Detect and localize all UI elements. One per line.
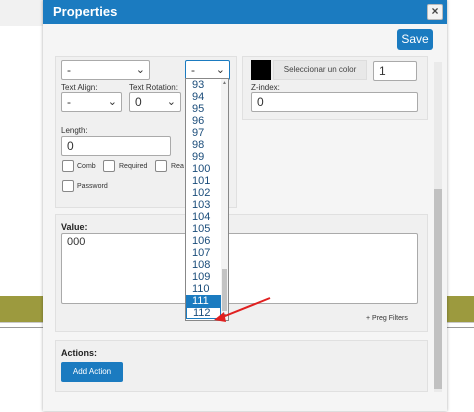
scroll-up-icon[interactable]: ▲ bbox=[222, 80, 227, 86]
dropdown-option[interactable]: 109 bbox=[186, 271, 221, 283]
save-button[interactable]: Save bbox=[397, 29, 433, 50]
dropdown-option[interactable]: 99 bbox=[186, 151, 221, 163]
password-label: Password bbox=[77, 183, 108, 190]
text-rotation-select[interactable]: 0 ⌄ bbox=[129, 92, 181, 112]
dropdown-option[interactable]: 103 bbox=[186, 199, 221, 211]
properties-dialog: Properties × Save - ⌄ - ⌄ Seleccionar un… bbox=[43, 0, 447, 411]
dropdown-scrollbar-thumb[interactable] bbox=[222, 269, 227, 311]
background-left-panel bbox=[0, 0, 45, 296]
dropdown-option[interactable]: 110 bbox=[186, 283, 221, 295]
chevron-down-icon: ⌄ bbox=[166, 96, 176, 108]
dropdown-option[interactable]: 94 bbox=[186, 91, 221, 103]
text-align-select[interactable]: - ⌄ bbox=[61, 92, 122, 112]
value-textarea[interactable]: 000 bbox=[61, 233, 418, 304]
value-label: Value: bbox=[61, 222, 88, 232]
dialog-titlebar: Properties × bbox=[43, 0, 447, 24]
close-button[interactable]: × bbox=[427, 4, 443, 20]
readonly-label: Rea bbox=[171, 163, 184, 170]
font-select[interactable]: - ⌄ bbox=[61, 60, 150, 80]
dropdown-option[interactable]: 105 bbox=[186, 223, 221, 235]
dialog-scrollbar-thumb[interactable] bbox=[434, 189, 442, 389]
text-align-label: Text Align: bbox=[61, 83, 98, 92]
dropdown-option[interactable]: 100 bbox=[186, 163, 221, 175]
dropdown-option-selected[interactable]: 111 bbox=[186, 295, 221, 307]
readonly-checkbox[interactable] bbox=[155, 160, 167, 172]
select-color-button[interactable]: Seleccionar un color bbox=[273, 60, 367, 80]
dropdown-option[interactable]: 101 bbox=[186, 175, 221, 187]
actions-label: Actions: bbox=[61, 348, 97, 358]
close-icon: × bbox=[431, 4, 439, 18]
dropdown-option-hovered[interactable]: 112 bbox=[186, 307, 221, 319]
z-index-label: Z-index: bbox=[251, 83, 280, 92]
dropdown-option[interactable]: 96 bbox=[186, 115, 221, 127]
password-checkbox[interactable] bbox=[62, 180, 74, 192]
font-size-select[interactable]: - ⌄ bbox=[185, 60, 230, 80]
chevron-down-icon: ⌄ bbox=[107, 96, 117, 108]
comb-checkbox[interactable] bbox=[62, 160, 74, 172]
dropdown-option[interactable]: 106 bbox=[186, 235, 221, 247]
dropdown-option[interactable]: 98 bbox=[186, 139, 221, 151]
dropdown-option[interactable]: 93 bbox=[186, 79, 221, 91]
add-action-button[interactable]: Add Action bbox=[61, 362, 123, 382]
chevron-down-icon: ⌄ bbox=[135, 64, 145, 76]
comb-label: Comb bbox=[77, 163, 96, 170]
dropdown-scrollbar[interactable]: ▲ ▼ bbox=[221, 79, 228, 320]
dropdown-option[interactable]: 102 bbox=[186, 187, 221, 199]
dropdown-option[interactable]: 95 bbox=[186, 103, 221, 115]
preg-filters-link[interactable]: + Preg Filters bbox=[366, 315, 408, 322]
length-label: Length: bbox=[61, 126, 88, 135]
z-index-input[interactable]: 0 bbox=[251, 92, 418, 112]
dropdown-option[interactable]: 104 bbox=[186, 211, 221, 223]
dialog-scrollbar[interactable] bbox=[434, 62, 442, 392]
required-checkbox[interactable] bbox=[103, 160, 115, 172]
border-width-input[interactable]: 1 bbox=[373, 61, 417, 81]
dropdown-option[interactable]: 108 bbox=[186, 259, 221, 271]
background-top-bar bbox=[0, 0, 44, 26]
required-label: Required bbox=[119, 163, 148, 170]
chevron-down-icon: ⌄ bbox=[215, 64, 225, 76]
color-swatch[interactable] bbox=[251, 60, 271, 80]
dialog-title: Properties bbox=[53, 4, 118, 19]
length-input[interactable]: 0 bbox=[61, 136, 171, 156]
text-rotation-label: Text Rotation: bbox=[129, 83, 178, 92]
dropdown-option[interactable]: 107 bbox=[186, 247, 221, 259]
dropdown-option[interactable]: 97 bbox=[186, 127, 221, 139]
font-size-dropdown-list[interactable]: 93 94 95 96 97 98 99 100 101 102 103 104… bbox=[185, 78, 229, 321]
scroll-down-icon[interactable]: ▼ bbox=[222, 313, 227, 319]
